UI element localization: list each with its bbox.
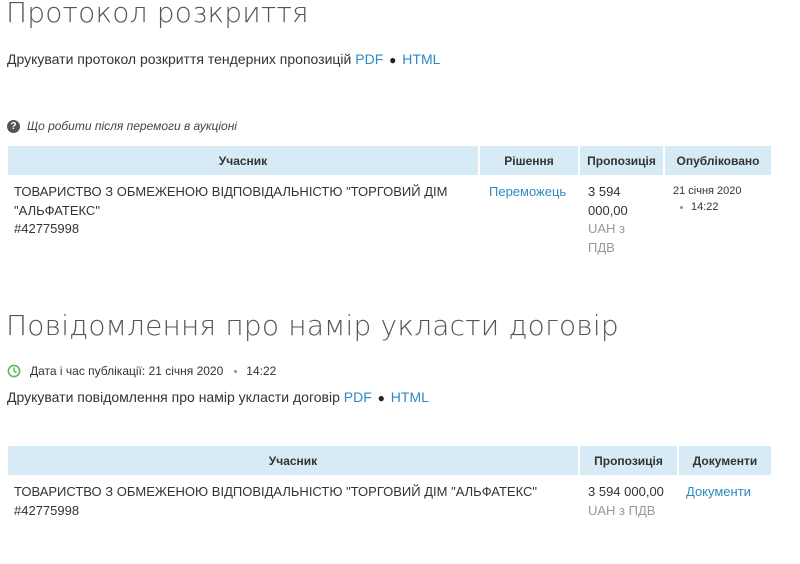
protocol-table: Учасник Рішення Пропозиція Опубліковано … [8,146,771,257]
participant-name-line2: "АЛЬФАТЕКС" [14,202,100,218]
protocol-pdf-link[interactable]: PDF [355,51,383,67]
offer-amount-line2: 000,00 [588,202,628,218]
separator-dot: ● [377,391,385,405]
intent-html-link[interactable]: HTML [391,389,429,405]
intent-table: Учасник Пропозиція Документи ТОВАРИСТВО … [8,446,771,520]
offer-cell: 3 594 000,00 UAH з ПДВ [580,475,679,520]
col-header-published: Опубліковано [665,146,771,175]
decision-cell: Переможець [480,175,580,257]
participant-cell: ТОВАРИСТВО З ОБМЕЖЕНОЮ ВІДПОВІДАЛЬНІСТЮ … [8,175,480,257]
intent-title: Повідомлення про намір укласти договір [6,309,619,342]
published-date: 21 січня 2020 [673,185,742,197]
offer-amount: 3 594 000,00 [588,484,664,499]
offer-currency-line1: UAH з [588,221,626,236]
documents-link[interactable]: Документи [686,484,751,499]
help-link-row[interactable]: ? Що робити після перемоги в аукціоні [7,117,237,135]
offer-cell: 3 594 000,00 UAH з ПДВ [580,175,665,257]
col-header-participant: Учасник [8,146,480,175]
documents-cell: Документи [679,475,771,520]
published-time: 14:22 [691,201,719,213]
offer-currency-line2: ПДВ [588,239,615,255]
protocol-html-link[interactable]: HTML [402,51,440,67]
intent-table-header: Учасник Пропозиція Документи [8,446,771,475]
col-header-offer: Пропозиція [580,446,679,475]
protocol-table-header: Учасник Рішення Пропозиція Опубліковано [8,146,771,175]
participant-name-line1: ТОВАРИСТВО З ОБМЕЖЕНОЮ ВІДПОВІДАЛЬНІСТЮ … [14,184,448,199]
intent-print-text: Друкувати повідомлення про намір укласти… [7,389,340,405]
offer-currency: UAH з ПДВ [588,502,656,518]
col-header-offer: Пропозиція [580,146,665,175]
table-row: ТОВАРИСТВО З ОБМЕЖЕНОЮ ВІДПОВІДАЛЬНІСТЮ … [8,175,771,257]
participant-id: #42775998 [14,502,80,518]
winner-link[interactable]: Переможець [489,184,566,199]
intent-pdf-link[interactable]: PDF [344,389,372,405]
clock-icon [7,364,21,378]
participant-cell: ТОВАРИСТВО З ОБМЕЖЕНОЮ ВІДПОВІДАЛЬНІСТЮ … [8,475,580,520]
time-dot [680,205,683,209]
table-row: ТОВАРИСТВО З ОБМЕЖЕНОЮ ВІДПОВІДАЛЬНІСТЮ … [8,475,771,520]
publication-date-row: Дата і час публікації: 21 січня 2020 14:… [7,362,276,380]
question-icon: ? [7,119,20,133]
published-cell: 21 січня 2020 14:22 [665,175,771,257]
participant-id: #42775998 [14,221,80,236]
col-header-decision: Рішення [480,146,580,175]
col-header-documents: Документи [679,446,771,475]
offer-amount-line1: 3 594 [588,184,621,199]
protocol-print-line: Друкувати протокол розкриття тендерних п… [7,51,440,67]
col-header-participant: Учасник [8,446,580,475]
protocol-title: Протокол розкриття [6,0,309,29]
publication-date-label: Дата і час публікації: 21 січня 2020 [30,364,224,378]
page: Протокол розкриття Друкувати протокол ро… [0,0,800,564]
protocol-print-text: Друкувати протокол розкриття тендерних п… [7,51,352,67]
publication-time: 14:22 [246,364,277,378]
participant-name: ТОВАРИСТВО З ОБМЕЖЕНОЮ ВІДПОВІДАЛЬНІСТЮ … [14,484,538,499]
help-link-text[interactable]: Що робити після перемоги в аукціоні [27,119,237,133]
intent-print-line: Друкувати повідомлення про намір укласти… [7,389,429,405]
time-dot [234,369,238,373]
separator-dot: ● [389,53,397,67]
